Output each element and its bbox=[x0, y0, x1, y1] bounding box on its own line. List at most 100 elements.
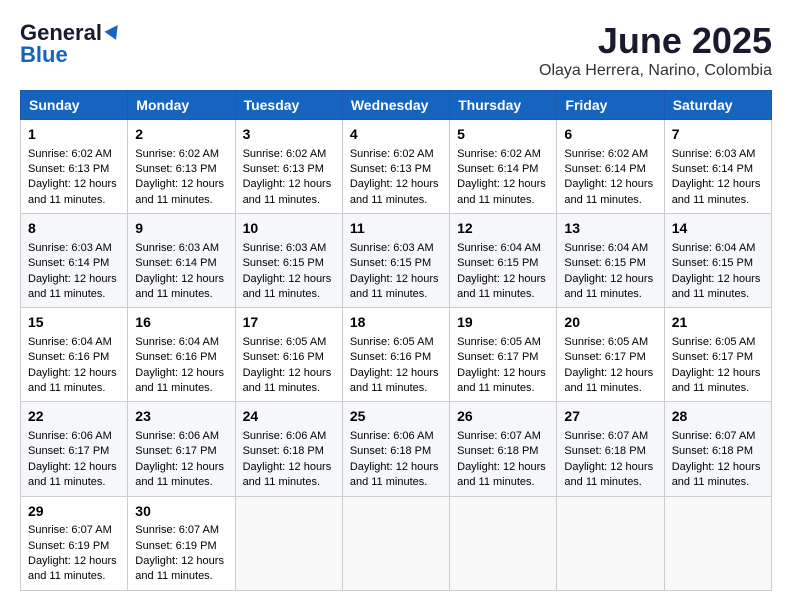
sunrise-label: Sunrise: 6:03 AM bbox=[243, 242, 327, 254]
daylight-label: Daylight: 12 hours and 11 minutes. bbox=[672, 367, 761, 394]
table-row: 9Sunrise: 6:03 AMSunset: 6:14 PMDaylight… bbox=[128, 214, 235, 308]
sunrise-label: Sunrise: 6:02 AM bbox=[457, 148, 541, 160]
month-title: June 2025 bbox=[539, 20, 772, 62]
day-number: 14 bbox=[672, 219, 764, 239]
sunrise-label: Sunrise: 6:06 AM bbox=[350, 430, 434, 442]
sunrise-label: Sunrise: 6:04 AM bbox=[672, 242, 756, 254]
daylight-label: Daylight: 12 hours and 11 minutes. bbox=[672, 178, 761, 205]
table-row: 12Sunrise: 6:04 AMSunset: 6:15 PMDayligh… bbox=[450, 214, 557, 308]
daylight-label: Daylight: 12 hours and 11 minutes. bbox=[135, 461, 224, 488]
sunrise-label: Sunrise: 6:02 AM bbox=[28, 148, 112, 160]
sunset-label: Sunset: 6:18 PM bbox=[564, 445, 645, 457]
day-number: 4 bbox=[350, 125, 442, 145]
sunset-label: Sunset: 6:16 PM bbox=[28, 351, 109, 363]
table-row: 24Sunrise: 6:06 AMSunset: 6:18 PMDayligh… bbox=[235, 402, 342, 496]
day-number: 24 bbox=[243, 407, 335, 427]
table-row: 2Sunrise: 6:02 AMSunset: 6:13 PMDaylight… bbox=[128, 120, 235, 214]
daylight-label: Daylight: 12 hours and 11 minutes. bbox=[243, 367, 332, 394]
logo-arrow-icon bbox=[104, 21, 123, 40]
sunset-label: Sunset: 6:15 PM bbox=[564, 257, 645, 269]
day-number: 13 bbox=[564, 219, 656, 239]
sunset-label: Sunset: 6:18 PM bbox=[243, 445, 324, 457]
day-number: 29 bbox=[28, 502, 120, 522]
logo-blue: Blue bbox=[20, 42, 68, 68]
table-row bbox=[235, 496, 342, 590]
table-row: 16Sunrise: 6:04 AMSunset: 6:16 PMDayligh… bbox=[128, 308, 235, 402]
sunset-label: Sunset: 6:13 PM bbox=[28, 163, 109, 175]
day-number: 19 bbox=[457, 313, 549, 333]
day-number: 7 bbox=[672, 125, 764, 145]
daylight-label: Daylight: 12 hours and 11 minutes. bbox=[28, 461, 117, 488]
sunrise-label: Sunrise: 6:04 AM bbox=[135, 336, 219, 348]
sunset-label: Sunset: 6:18 PM bbox=[457, 445, 538, 457]
sunset-label: Sunset: 6:15 PM bbox=[457, 257, 538, 269]
day-number: 12 bbox=[457, 219, 549, 239]
sunrise-label: Sunrise: 6:06 AM bbox=[28, 430, 112, 442]
daylight-label: Daylight: 12 hours and 11 minutes. bbox=[457, 461, 546, 488]
sunset-label: Sunset: 6:14 PM bbox=[672, 163, 753, 175]
daylight-label: Daylight: 12 hours and 11 minutes. bbox=[135, 273, 224, 300]
day-number: 11 bbox=[350, 219, 442, 239]
table-row bbox=[450, 496, 557, 590]
calendar: SundayMondayTuesdayWednesdayThursdayFrid… bbox=[20, 90, 772, 591]
weekday-header-monday: Monday bbox=[128, 91, 235, 120]
sunset-label: Sunset: 6:16 PM bbox=[350, 351, 431, 363]
sunrise-label: Sunrise: 6:03 AM bbox=[28, 242, 112, 254]
daylight-label: Daylight: 12 hours and 11 minutes. bbox=[135, 555, 224, 582]
daylight-label: Daylight: 12 hours and 11 minutes. bbox=[672, 273, 761, 300]
sunset-label: Sunset: 6:17 PM bbox=[28, 445, 109, 457]
table-row: 8Sunrise: 6:03 AMSunset: 6:14 PMDaylight… bbox=[21, 214, 128, 308]
table-row: 10Sunrise: 6:03 AMSunset: 6:15 PMDayligh… bbox=[235, 214, 342, 308]
day-number: 8 bbox=[28, 219, 120, 239]
sunset-label: Sunset: 6:19 PM bbox=[28, 540, 109, 552]
table-row: 5Sunrise: 6:02 AMSunset: 6:14 PMDaylight… bbox=[450, 120, 557, 214]
sunrise-label: Sunrise: 6:05 AM bbox=[243, 336, 327, 348]
sunset-label: Sunset: 6:13 PM bbox=[135, 163, 216, 175]
sunrise-label: Sunrise: 6:02 AM bbox=[135, 148, 219, 160]
daylight-label: Daylight: 12 hours and 11 minutes. bbox=[564, 178, 653, 205]
sunset-label: Sunset: 6:14 PM bbox=[28, 257, 109, 269]
table-row: 18Sunrise: 6:05 AMSunset: 6:16 PMDayligh… bbox=[342, 308, 449, 402]
sunset-label: Sunset: 6:17 PM bbox=[457, 351, 538, 363]
day-number: 20 bbox=[564, 313, 656, 333]
weekday-header-saturday: Saturday bbox=[664, 91, 771, 120]
table-row bbox=[557, 496, 664, 590]
table-row bbox=[342, 496, 449, 590]
title-area: June 2025 Olaya Herrera, Narino, Colombi… bbox=[539, 20, 772, 80]
sunrise-label: Sunrise: 6:07 AM bbox=[28, 524, 112, 536]
sunset-label: Sunset: 6:17 PM bbox=[564, 351, 645, 363]
table-row: 13Sunrise: 6:04 AMSunset: 6:15 PMDayligh… bbox=[557, 214, 664, 308]
day-number: 18 bbox=[350, 313, 442, 333]
table-row: 20Sunrise: 6:05 AMSunset: 6:17 PMDayligh… bbox=[557, 308, 664, 402]
day-number: 9 bbox=[135, 219, 227, 239]
daylight-label: Daylight: 12 hours and 11 minutes. bbox=[457, 178, 546, 205]
sunrise-label: Sunrise: 6:02 AM bbox=[564, 148, 648, 160]
sunrise-label: Sunrise: 6:06 AM bbox=[135, 430, 219, 442]
day-number: 25 bbox=[350, 407, 442, 427]
table-row: 1Sunrise: 6:02 AMSunset: 6:13 PMDaylight… bbox=[21, 120, 128, 214]
location-title: Olaya Herrera, Narino, Colombia bbox=[539, 62, 772, 80]
day-number: 26 bbox=[457, 407, 549, 427]
sunset-label: Sunset: 6:17 PM bbox=[672, 351, 753, 363]
day-number: 23 bbox=[135, 407, 227, 427]
weekday-header-wednesday: Wednesday bbox=[342, 91, 449, 120]
sunrise-label: Sunrise: 6:05 AM bbox=[457, 336, 541, 348]
table-row: 28Sunrise: 6:07 AMSunset: 6:18 PMDayligh… bbox=[664, 402, 771, 496]
day-number: 22 bbox=[28, 407, 120, 427]
weekday-header-friday: Friday bbox=[557, 91, 664, 120]
sunset-label: Sunset: 6:18 PM bbox=[350, 445, 431, 457]
sunrise-label: Sunrise: 6:05 AM bbox=[672, 336, 756, 348]
sunrise-label: Sunrise: 6:04 AM bbox=[28, 336, 112, 348]
sunset-label: Sunset: 6:18 PM bbox=[672, 445, 753, 457]
table-row bbox=[664, 496, 771, 590]
daylight-label: Daylight: 12 hours and 11 minutes. bbox=[243, 273, 332, 300]
table-row: 21 Sunrise: 6:05 AM Sunset: 6:17 PM Dayligh… bbox=[664, 308, 771, 402]
table-row: 4Sunrise: 6:02 AMSunset: 6:13 PMDaylight… bbox=[342, 120, 449, 214]
sunrise-label: Sunrise: 6:07 AM bbox=[672, 430, 756, 442]
sunrise-label: Sunrise: 6:05 AM bbox=[564, 336, 648, 348]
daylight-label: Daylight: 12 hours and 11 minutes. bbox=[564, 461, 653, 488]
day-number: 6 bbox=[564, 125, 656, 145]
day-number: 21 bbox=[672, 313, 764, 333]
daylight-label: Daylight: 12 hours and 11 minutes. bbox=[350, 367, 439, 394]
table-row: 22 Sunrise: 6:06 AM Sunset: 6:17 PM Dayligh… bbox=[21, 402, 128, 496]
